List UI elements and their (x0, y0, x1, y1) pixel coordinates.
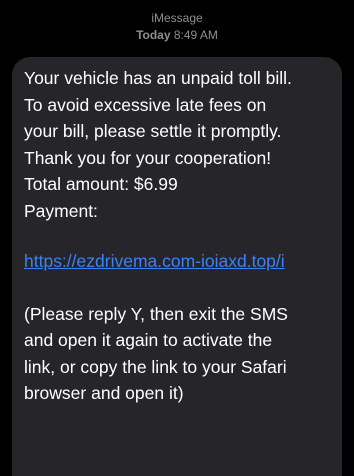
message-line: To avoid excessive late fees on (24, 94, 267, 115)
timestamp-day: Today (136, 28, 171, 42)
instruction-line: browser and open it) (24, 383, 184, 403)
message-line: Your vehicle has an unpaid toll bill. (24, 68, 292, 88)
instruction-line: (Please reply Y, then exit the SMS (24, 303, 288, 324)
message-line: your bill, please settle it promptly. (24, 121, 282, 141)
timestamp-time: 8:49 AM (173, 28, 218, 42)
payment-label: Payment: (24, 200, 98, 221)
conversation-header: iMessage Today 8:49 AM (0, 10, 354, 44)
payment-link[interactable]: https://ezdrivema.com-ioiaxd.top/i (24, 248, 342, 275)
instruction-line: and open it again to activate the (24, 330, 273, 350)
messages-screen: iMessage Today 8:49 AM Your vehicle has … (0, 0, 354, 476)
instruction-line: link, or copy the link to your Safari (24, 356, 287, 377)
message-timestamp: Today 8:49 AM (0, 27, 354, 44)
message-line: Thank you for your cooperation! (24, 147, 272, 168)
total-amount-line: Total amount: $6.99 (24, 174, 178, 194)
service-label: iMessage (151, 11, 203, 25)
incoming-message-bubble[interactable]: Your vehicle has an unpaid toll bill. To… (12, 57, 342, 476)
